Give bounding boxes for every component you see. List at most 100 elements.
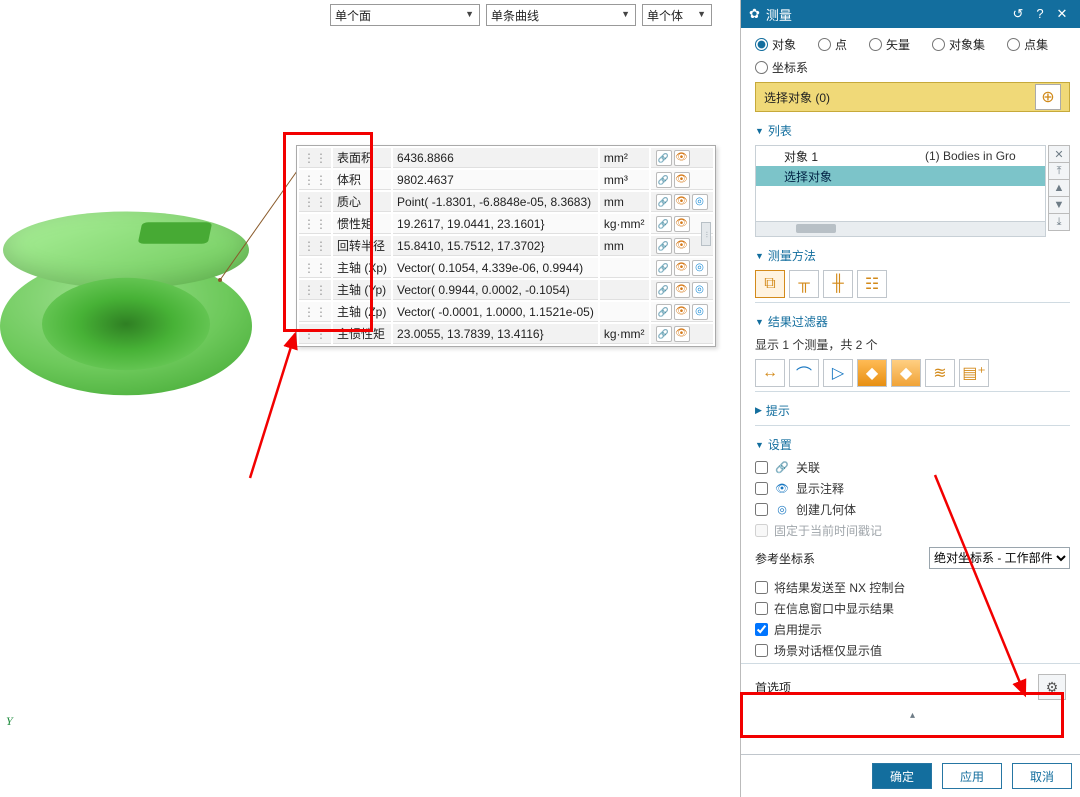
ref-csys-dropdown[interactable]: 绝对坐标系 - 工作部件 bbox=[929, 547, 1070, 569]
radio-coord[interactable]: 坐标系 bbox=[755, 59, 808, 76]
measure-value: 6436.8866 bbox=[393, 148, 598, 168]
graphics-viewport[interactable] bbox=[0, 30, 300, 430]
method-icons: ⧉ ╥ ╫ ☷ bbox=[755, 270, 1070, 298]
section-hint[interactable]: 提示 bbox=[755, 402, 1070, 419]
drag-handle-icon[interactable]: ⋮⋮ bbox=[299, 280, 331, 300]
method-2-icon[interactable]: ╥ bbox=[789, 270, 819, 298]
link-icon[interactable] bbox=[656, 216, 672, 232]
measure-unit bbox=[600, 280, 649, 300]
reset-icon[interactable]: ↺ bbox=[1008, 4, 1028, 24]
section-list[interactable]: 列表 bbox=[755, 122, 1070, 139]
model-ring-hole bbox=[42, 278, 210, 370]
setting-scene-only[interactable]: 场景对话框仅显示值 bbox=[755, 642, 1070, 659]
filter-arc-icon[interactable]: ⌒ bbox=[789, 359, 819, 387]
list-moveup-icon[interactable]: ▲ bbox=[1048, 179, 1070, 197]
eye-icon[interactable] bbox=[674, 282, 690, 298]
drag-handle-icon[interactable]: ⋮⋮ bbox=[299, 148, 331, 168]
radio-pointset[interactable]: 点集 bbox=[1007, 36, 1048, 53]
list-item[interactable]: 对象 1 (1) Bodies in Gro bbox=[756, 146, 1045, 166]
setting-enable-hint[interactable]: 启用提示 bbox=[755, 621, 1070, 638]
apply-button[interactable]: 应用 bbox=[942, 763, 1002, 789]
eye-icon[interactable] bbox=[674, 150, 690, 166]
list-item[interactable]: 选择对象 bbox=[756, 166, 1045, 186]
filter-more-icon[interactable]: ▤⁺ bbox=[959, 359, 989, 387]
drag-handle-icon[interactable]: ⋮⋮ bbox=[299, 214, 331, 234]
object-list[interactable]: 对象 1 (1) Bodies in Gro 选择对象 bbox=[755, 145, 1046, 237]
setting-send-nx[interactable]: 将结果发送至 NX 控制台 bbox=[755, 579, 1070, 596]
filter-solid2-icon[interactable]: ◆ bbox=[891, 359, 921, 387]
link-icon[interactable] bbox=[656, 194, 672, 210]
object-type-radios: 对象 点 矢量 对象集 点集 坐标系 bbox=[755, 36, 1070, 76]
setting-show-annotation[interactable]: 👁 显示注释 bbox=[755, 480, 1070, 497]
eye-icon[interactable] bbox=[674, 172, 690, 188]
radio-vector[interactable]: 矢量 bbox=[869, 36, 910, 53]
target-icon[interactable] bbox=[692, 260, 708, 276]
eye-icon[interactable] bbox=[674, 304, 690, 320]
filter-solid-icon[interactable]: ◆ bbox=[857, 359, 887, 387]
list-remove-icon[interactable]: ✕ bbox=[1048, 145, 1070, 163]
filter-section-icon[interactable]: ≋ bbox=[925, 359, 955, 387]
link-icon[interactable] bbox=[656, 150, 672, 166]
section-method[interactable]: 测量方法 bbox=[755, 247, 1070, 264]
panel-resize-grip[interactable]: ▴ bbox=[755, 710, 1070, 720]
measure-unit bbox=[600, 258, 649, 278]
eye-icon[interactable] bbox=[674, 326, 690, 342]
radio-object[interactable]: 对象 bbox=[755, 36, 796, 53]
target-icon[interactable] bbox=[692, 282, 708, 298]
radio-objectset[interactable]: 对象集 bbox=[932, 36, 985, 53]
eye-icon[interactable] bbox=[674, 216, 690, 232]
gear-icon[interactable]: ✿ bbox=[749, 6, 760, 22]
setting-show-info[interactable]: 在信息窗口中显示结果 bbox=[755, 600, 1070, 617]
list-movetop-icon[interactable]: ⤒ bbox=[1048, 162, 1070, 180]
filter-curve-dropdown[interactable]: 单条曲线 bbox=[486, 4, 636, 26]
target-icon[interactable] bbox=[692, 194, 708, 210]
table-row: ⋮⋮回转半径15.8410, 15.7512, 17.3702}mm bbox=[299, 236, 713, 256]
method-3-icon[interactable]: ╫ bbox=[823, 270, 853, 298]
measure-label: 主轴 (Xp) bbox=[333, 258, 391, 278]
eye-icon[interactable] bbox=[674, 238, 690, 254]
link-icon[interactable] bbox=[656, 326, 672, 342]
select-object-bar[interactable]: 选择对象 (0) ⊕ bbox=[755, 82, 1070, 112]
section-settings[interactable]: 设置 bbox=[755, 436, 1070, 453]
close-icon[interactable]: ✕ bbox=[1052, 4, 1072, 24]
list-movebot-icon[interactable]: ⤓ bbox=[1048, 213, 1070, 231]
drag-handle-icon[interactable]: ⋮⋮ bbox=[299, 302, 331, 322]
measure-panel: ✿ 测量 ↺ ? ✕ 对象 点 矢量 对象集 点集 坐标系 选择对象 (0) ⊕… bbox=[740, 0, 1080, 797]
link-icon[interactable] bbox=[656, 172, 672, 188]
list-movedn-icon[interactable]: ▼ bbox=[1048, 196, 1070, 214]
list-hscrollbar[interactable] bbox=[756, 221, 1045, 236]
filter-icons: ↔ ⌒ ▷ ◆ ◆ ≋ ▤⁺ bbox=[755, 359, 1070, 387]
filter-body-dropdown[interactable]: 单个体 bbox=[642, 4, 712, 26]
table-expand-handle[interactable]: ··· bbox=[701, 222, 711, 246]
eye-icon[interactable] bbox=[674, 260, 690, 276]
method-1-icon[interactable]: ⧉ bbox=[755, 270, 785, 298]
drag-handle-icon[interactable]: ⋮⋮ bbox=[299, 236, 331, 256]
eye-icon[interactable] bbox=[674, 194, 690, 210]
link-icon[interactable] bbox=[656, 282, 672, 298]
section-filter[interactable]: 结果过滤器 bbox=[755, 313, 1070, 330]
panel-titlebar: ✿ 测量 ↺ ? ✕ bbox=[741, 0, 1080, 28]
model-ring-notch bbox=[138, 222, 213, 244]
target-icon[interactable]: ⊕ bbox=[1035, 84, 1061, 110]
link-icon[interactable] bbox=[656, 238, 672, 254]
drag-handle-icon[interactable]: ⋮⋮ bbox=[299, 192, 331, 212]
drag-handle-icon[interactable]: ⋮⋮ bbox=[299, 170, 331, 190]
help-icon[interactable]: ? bbox=[1030, 4, 1050, 24]
ok-button[interactable]: 确定 bbox=[872, 763, 932, 789]
preferences-button[interactable]: ⚙ bbox=[1038, 674, 1066, 700]
link-icon[interactable] bbox=[656, 260, 672, 276]
method-4-icon[interactable]: ☷ bbox=[857, 270, 887, 298]
target-icon[interactable] bbox=[692, 304, 708, 320]
drag-handle-icon[interactable]: ⋮⋮ bbox=[299, 324, 331, 344]
filter-distance-icon[interactable]: ↔ bbox=[755, 359, 785, 387]
setting-create-geometry[interactable]: ◎ 创建几何体 bbox=[755, 501, 1070, 518]
filter-angle-icon[interactable]: ▷ bbox=[823, 359, 853, 387]
cancel-button[interactable]: 取消 bbox=[1012, 763, 1072, 789]
setting-associative[interactable]: 🔗 关联 bbox=[755, 459, 1070, 476]
radio-point[interactable]: 点 bbox=[818, 36, 847, 53]
filter-face-dropdown[interactable]: 单个面 bbox=[330, 4, 480, 26]
drag-handle-icon[interactable]: ⋮⋮ bbox=[299, 258, 331, 278]
row-actions bbox=[651, 280, 713, 300]
measure-label: 回转半径 bbox=[333, 236, 391, 256]
link-icon[interactable] bbox=[656, 304, 672, 320]
